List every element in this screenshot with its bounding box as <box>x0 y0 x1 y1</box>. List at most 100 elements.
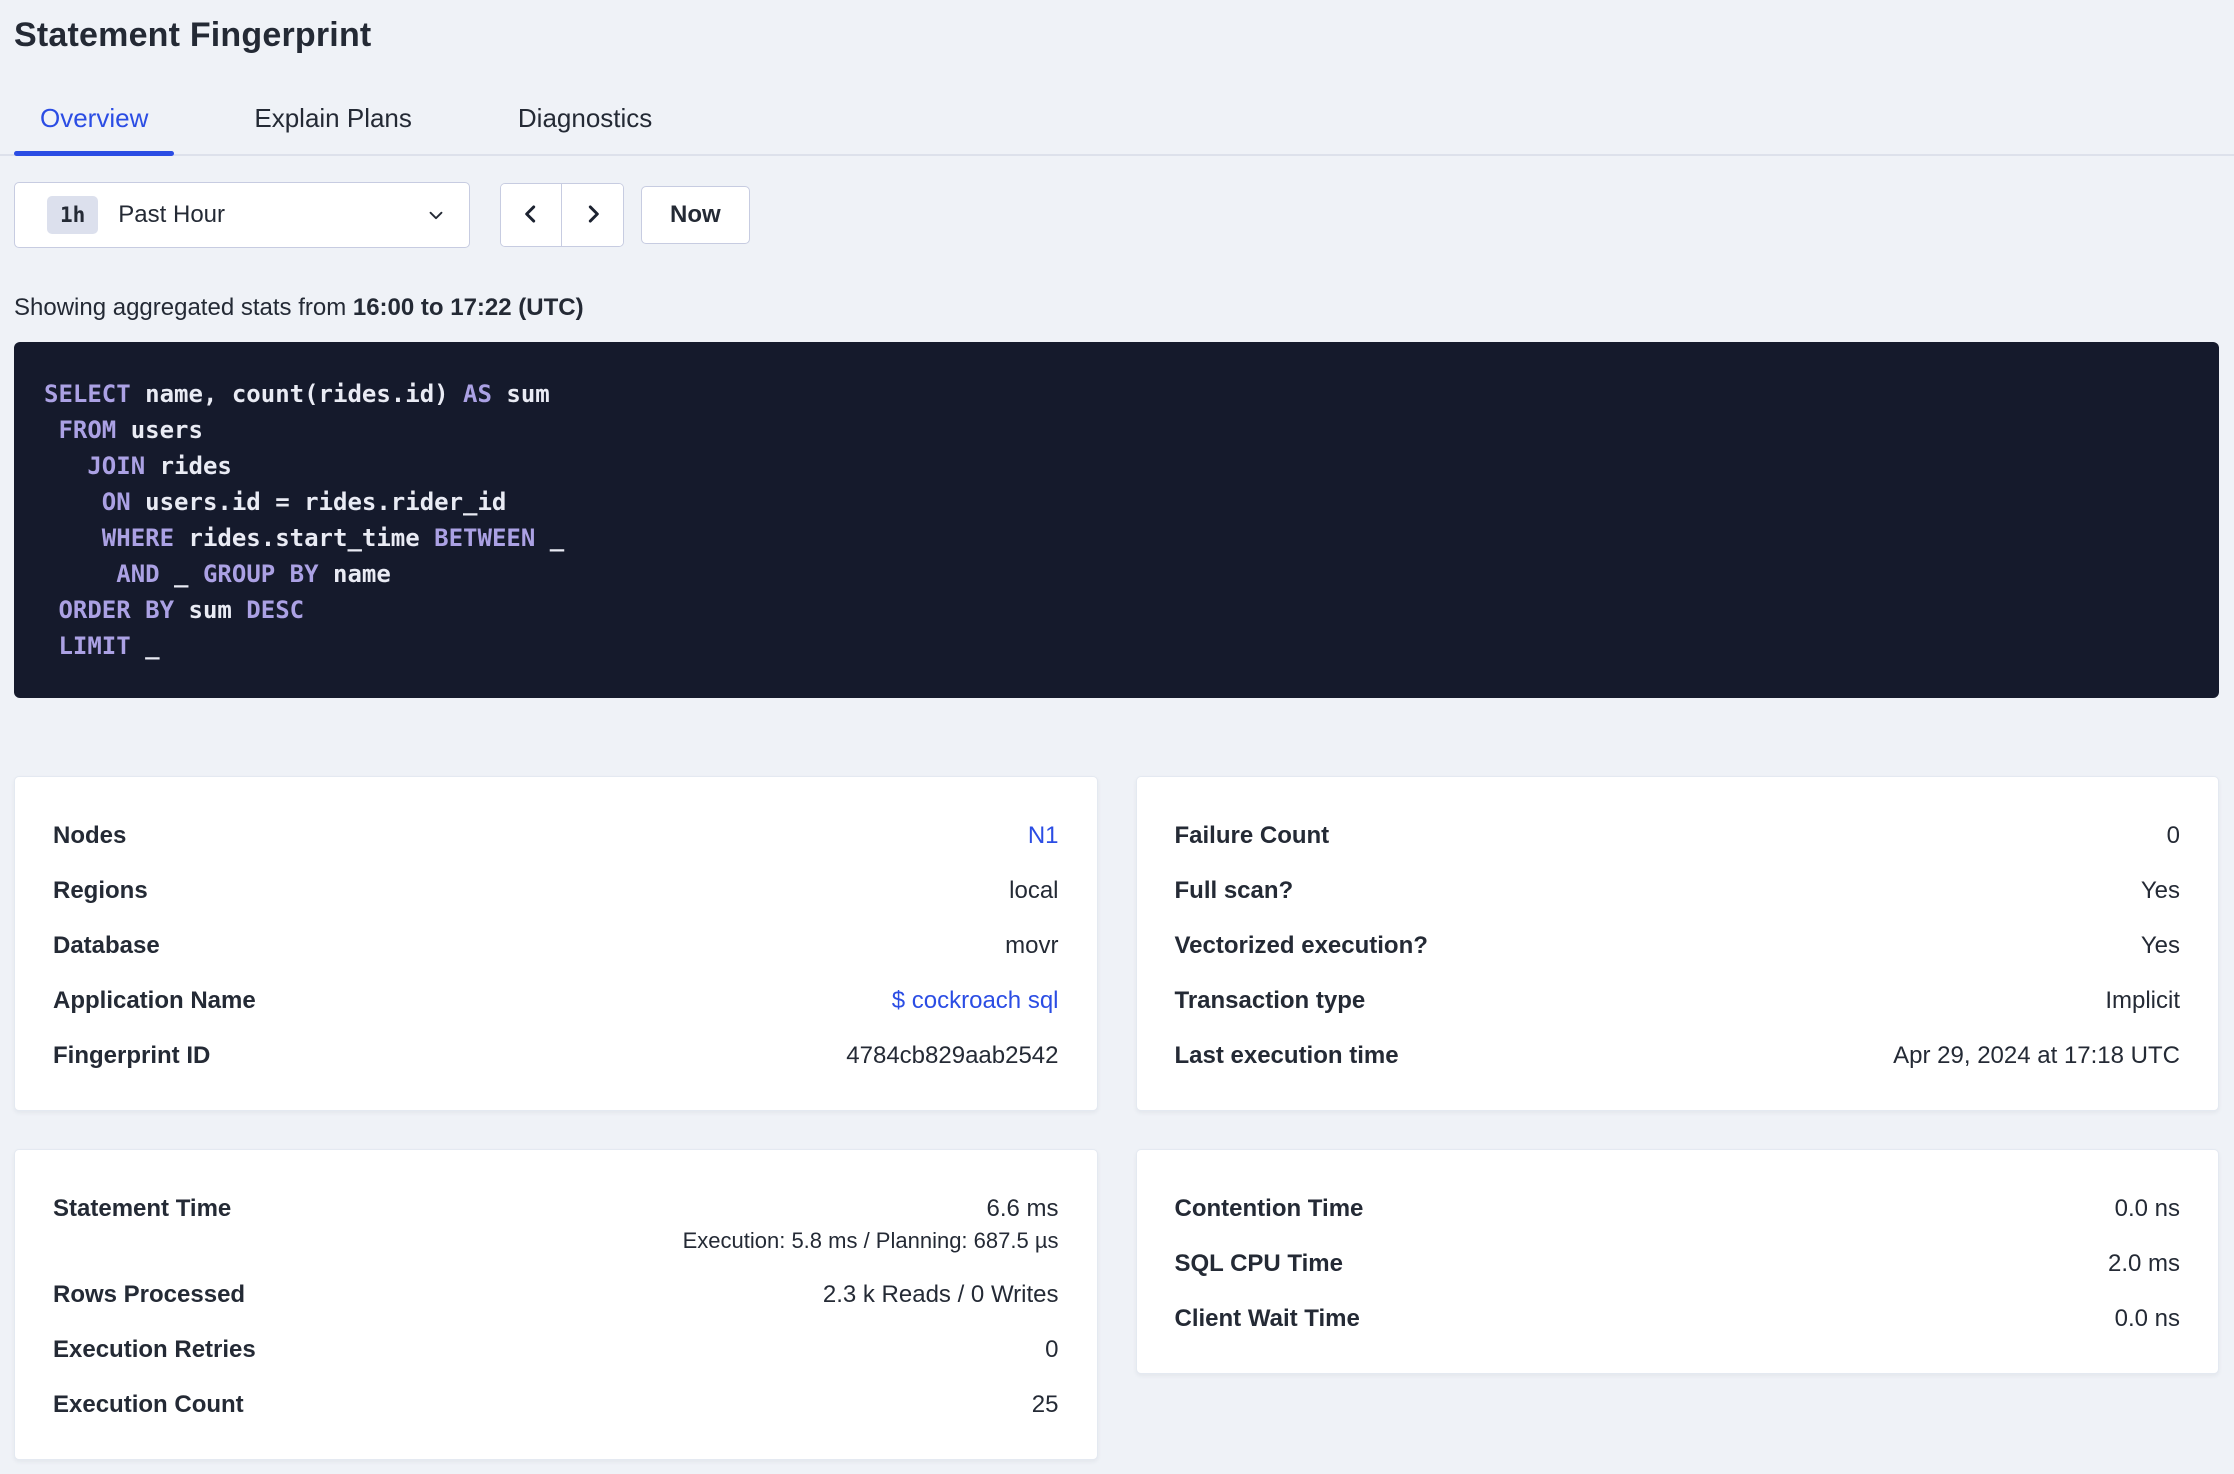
sql-line: JOIN rides <box>87 452 232 480</box>
row-value-group: movr <box>1005 933 1058 958</box>
row-value-group: Implicit <box>2105 988 2180 1013</box>
row-value: Implicit <box>2105 987 2180 1014</box>
row-value: Yes <box>2140 932 2180 959</box>
chevron-down-icon <box>425 204 447 226</box>
row-value: 0.0 ns <box>2114 1195 2180 1222</box>
tab-explain-plans[interactable]: Explain Plans <box>228 103 438 154</box>
page-title: Statement Fingerprint <box>14 16 372 54</box>
summary-row: Execution Count 25 <box>53 1392 1059 1417</box>
next-range-button[interactable] <box>562 184 623 246</box>
aggregated-stats-text: Showing aggregated stats from 16:00 to 1… <box>14 294 2219 322</box>
time-range-badge: 1h <box>47 196 99 234</box>
row-value-link[interactable]: $ cockroach sql <box>892 988 1059 1013</box>
tab-diagnostics[interactable]: Diagnostics <box>492 103 678 154</box>
row-label: Failure Count <box>1174 822 1330 849</box>
row-label: Last execution time <box>1174 1042 1399 1069</box>
row-value: 0 <box>2166 822 2180 849</box>
statement-details-card: Nodes N1 Regions local Database movr Applicati… <box>14 776 1098 1111</box>
row-value-group: 6.6 ms Execution: 5.8 ms / Planning: 687.… <box>683 1196 1059 1252</box>
row-label: Fingerprint ID <box>53 1042 211 1069</box>
sql-line: ORDER BY sum DESC <box>58 596 305 624</box>
row-value-link[interactable]: N1 <box>1028 823 1059 848</box>
summary-row: Client Wait Time 0.0 ns <box>1175 1306 2181 1331</box>
row-value: movr <box>1005 932 1059 959</box>
row-label: Full scan? <box>1174 877 1294 904</box>
wait-time-card: Contention Time 0.0 ns SQL CPU Time 2.0 ms C… <box>1135 1149 2219 1374</box>
row-value-group: 2.0 ms <box>2108 1251 2180 1276</box>
summary-row: Transaction type Implicit <box>1175 988 2181 1013</box>
row-value-group: 2.3 k Reads / 0 Writes <box>823 1282 1059 1307</box>
summary-row: Vectorized execution? Yes <box>1175 933 2181 958</box>
aggregated-stats-range: 16:00 to 17:22 (UTC) <box>352 294 584 321</box>
summary-cards: Nodes N1 Regions local Database movr Applicati… <box>14 776 2219 1460</box>
row-label: Contention Time <box>1174 1195 1364 1222</box>
row-label: Database <box>53 932 160 959</box>
row-label: SQL CPU Time <box>1174 1250 1344 1277</box>
row-label: Rows Processed <box>53 1281 246 1308</box>
summary-row: Rows Processed 2.3 k Reads / 0 Writes <box>53 1282 1059 1307</box>
row-value-group: $ cockroach sql <box>892 988 1059 1013</box>
row-value-group: Yes <box>2141 933 2180 958</box>
statement-time-card: Statement Time 6.6 ms Execution: 5.8 ms / … <box>14 1149 1098 1460</box>
row-label: Execution Retries <box>53 1336 256 1363</box>
time-range-label: Past Hour <box>118 201 226 228</box>
row-value: 25 <box>1031 1391 1059 1418</box>
row-value-group: 4784cb829aab2542 <box>846 1043 1058 1068</box>
time-toolbar: 1h Past Hour Now <box>14 182 2219 248</box>
summary-row: Regions local <box>53 878 1059 903</box>
summary-row: Fingerprint ID 4784cb829aab2542 <box>53 1043 1059 1068</box>
row-value-group: Yes <box>2141 878 2180 903</box>
summary-row: Last execution time Apr 29, 2024 at 17:18… <box>1175 1043 2181 1068</box>
sql-line: AND _ GROUP BY name <box>116 560 391 588</box>
summary-row: Full scan? Yes <box>1175 878 2181 903</box>
row-label: Nodes <box>53 822 127 849</box>
row-value: 0 <box>1045 1336 1059 1363</box>
execution-attributes-card: Failure Count 0 Full scan? Yes Vectorized ex… <box>1135 776 2219 1111</box>
row-value-group: 25 <box>1032 1392 1059 1417</box>
tab-bar: Overview Explain Plans Diagnostics <box>0 103 2234 156</box>
row-value-group: 0.0 ns <box>2115 1196 2180 1221</box>
row-value: Apr 29, 2024 at 17:18 UTC <box>1893 1042 2180 1069</box>
sql-line: ON users.id = rides.rider_id <box>101 488 507 516</box>
sql-line: LIMIT _ <box>58 632 160 660</box>
tab-overview[interactable]: Overview <box>14 103 175 156</box>
summary-row: Statement Time 6.6 ms Execution: 5.8 ms / … <box>53 1196 1059 1252</box>
row-label: Application Name <box>53 987 256 1014</box>
row-value-group: 0 <box>2167 823 2180 848</box>
row-value-group: local <box>1009 878 1058 903</box>
time-range-select[interactable]: 1h Past Hour <box>14 182 470 248</box>
row-label: Transaction type <box>1174 987 1366 1014</box>
statement-fingerprint-page: Statement Fingerprint Overview Explain Pl… <box>0 16 2234 1460</box>
summary-row: Failure Count 0 <box>1175 823 2181 848</box>
row-value: Yes <box>2140 877 2180 904</box>
time-range-nav <box>500 183 624 247</box>
sql-statement-box: SELECT name, count(rides.id) AS sum FROM… <box>14 342 2219 698</box>
row-label: Client Wait Time <box>1174 1305 1360 1332</box>
chevron-left-icon <box>518 201 544 230</box>
row-value: 6.6 ms <box>986 1195 1059 1222</box>
aggregated-stats-prefix: Showing aggregated stats from <box>14 294 353 321</box>
row-value-group: 0.0 ns <box>2115 1306 2180 1331</box>
row-value-group: N1 <box>1028 823 1059 848</box>
row-value-group: Apr 29, 2024 at 17:18 UTC <box>1893 1043 2180 1068</box>
previous-range-button[interactable] <box>501 184 562 246</box>
row-value-group: 0 <box>1045 1337 1058 1362</box>
now-button[interactable]: Now <box>641 186 750 244</box>
sql-line: FROM users <box>58 416 203 444</box>
sql-line: WHERE rides.start_time BETWEEN _ <box>101 524 565 552</box>
row-value: 2.3 k Reads / 0 Writes <box>822 1281 1059 1308</box>
row-label: Statement Time <box>53 1195 232 1222</box>
summary-row: Contention Time 0.0 ns <box>1175 1196 2181 1221</box>
chevron-right-icon <box>580 201 606 230</box>
row-label: Regions <box>53 877 148 904</box>
summary-row: Application Name $ cockroach sql <box>53 988 1059 1013</box>
summary-row: Nodes N1 <box>53 823 1059 848</box>
row-label: Execution Count <box>53 1391 244 1418</box>
row-label: Vectorized execution? <box>1174 932 1428 959</box>
summary-row: SQL CPU Time 2.0 ms <box>1175 1251 2181 1276</box>
summary-row: Execution Retries 0 <box>53 1337 1059 1362</box>
row-value: 2.0 ms <box>2107 1250 2180 1277</box>
sql-line: SELECT name, count(rides.id) AS sum <box>44 380 550 408</box>
row-value: 4784cb829aab2542 <box>846 1042 1059 1069</box>
row-value: local <box>1009 877 1059 904</box>
